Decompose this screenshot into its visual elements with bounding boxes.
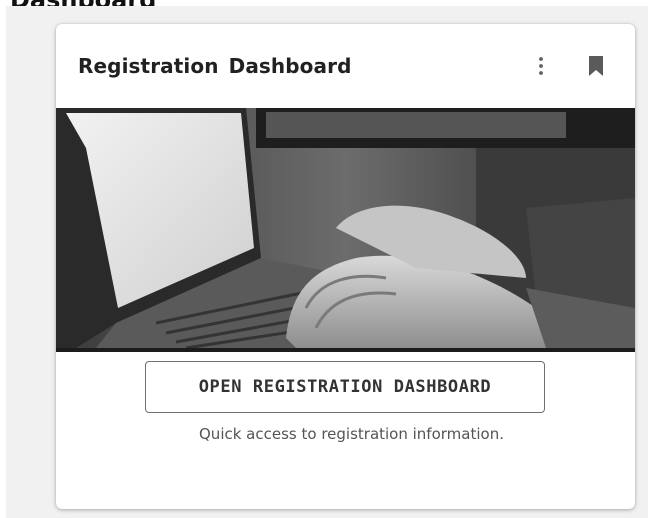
more-vert-icon (539, 57, 543, 75)
page: Dashboard Registration Dashboard (0, 0, 652, 518)
open-registration-dashboard-button[interactable]: OPEN REGISTRATION DASHBOARD (145, 361, 545, 413)
more-options-button[interactable] (527, 52, 555, 80)
card-caption: Quick access to registration information… (199, 425, 504, 443)
laptop-typing-photo (56, 108, 635, 348)
hero-bottom-strip (56, 348, 635, 352)
hero-image (56, 108, 635, 348)
card-header: Registration Dashboard (56, 24, 635, 108)
registration-card: Registration Dashboard OPEN REGISTRATION… (56, 24, 635, 509)
bookmark-icon (589, 56, 603, 76)
card-title: Registration Dashboard (78, 54, 352, 78)
bookmark-button[interactable] (582, 52, 610, 80)
